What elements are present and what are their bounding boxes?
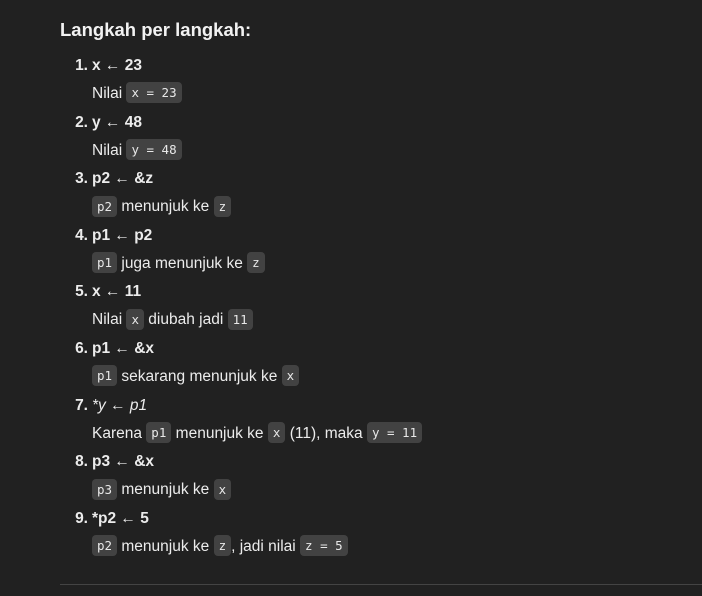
description-text: , jadi nilai xyxy=(231,537,301,555)
step-header: 9. *p2 ← 5 xyxy=(60,505,702,533)
step-command: *p2 ← 5 xyxy=(92,509,149,527)
step-description: p1 sekarang menunjuk ke x xyxy=(92,363,300,391)
inline-code: p2 xyxy=(92,195,118,217)
step-description: Karena p1 menunjuk ke x (11), maka y = 1… xyxy=(92,420,423,448)
description-text: Nilai xyxy=(92,85,127,102)
step-command: x ← 11 xyxy=(92,283,142,301)
list-item: 1. x ← 23 Nilai x = 23 xyxy=(60,52,702,109)
description-text: juga menunjuk ke xyxy=(117,254,248,272)
description-text: sekarang menunjuk ke xyxy=(117,367,282,385)
step-command: p2 ← &z xyxy=(92,170,154,188)
description-text: menunjuk ke xyxy=(117,481,214,499)
step-number: 7. xyxy=(75,396,88,414)
list-item: 6. p1 ← &x p1 sekarang menunjuk ke x xyxy=(60,335,702,392)
inline-code: z xyxy=(247,252,265,274)
description-text: Karena xyxy=(92,424,147,442)
inline-code: p3 xyxy=(92,478,118,500)
step-command: y ← 48 xyxy=(92,113,142,131)
inline-code: x = 23 xyxy=(126,82,182,104)
step-number: 8. xyxy=(75,453,88,471)
inline-code: z = 5 xyxy=(300,535,348,557)
inline-code: p1 xyxy=(146,421,172,443)
inline-code: 11 xyxy=(227,308,253,330)
step-command: x ← 23 xyxy=(92,57,142,74)
list-item: 2. y ← 48 Nilai y = 48 xyxy=(60,109,702,166)
inline-code: y = 11 xyxy=(366,421,423,443)
step-header: 3. p2 ← &z xyxy=(60,165,702,193)
list-item: 5. x ← 11 Nilai x diubah jadi 11 xyxy=(60,278,702,335)
divider xyxy=(60,584,702,585)
list-item: 7. *y ← p1 Karena p1 menunjuk ke x (11), m… xyxy=(60,392,702,449)
inline-code: x xyxy=(126,308,144,330)
description-text: (11), maka xyxy=(285,424,367,442)
step-number: 5. xyxy=(75,283,88,301)
step-header: 1. x ← 23 xyxy=(60,52,702,80)
step-number: 3. xyxy=(75,170,88,188)
step-command: p3 ← &x xyxy=(92,453,155,471)
step-command: p1 ← p2 xyxy=(92,226,153,244)
description-text: menunjuk ke xyxy=(117,198,214,216)
step-description: p2 menunjuk ke z, jadi nilai z = 5 xyxy=(92,533,348,561)
message-content: Langkah per langkah: 1. x ← 23 Nilai x = 2… xyxy=(60,18,702,561)
inline-code: x xyxy=(281,365,300,387)
inline-code: y = 48 xyxy=(126,139,182,160)
inline-code: p2 xyxy=(92,535,118,557)
step-header: 4. p1 ← p2 xyxy=(60,222,702,250)
list-item: 3. p2 ← &z p2 menunjuk ke z xyxy=(60,165,702,222)
step-description: p2 menunjuk ke z xyxy=(92,193,232,221)
step-number: 9. xyxy=(75,509,88,527)
description-text: diubah jadi xyxy=(143,311,228,329)
section-heading: Langkah per langkah: xyxy=(60,19,252,40)
inline-code: z xyxy=(213,195,232,217)
inline-code: p1 xyxy=(92,365,118,387)
step-number: 4. xyxy=(75,226,88,244)
description-text: menunjuk ke xyxy=(117,537,214,555)
inline-code: x xyxy=(267,421,286,443)
step-command: p1 ← &x xyxy=(92,339,155,357)
step-description: Nilai x = 23 xyxy=(92,80,182,108)
inline-code: z xyxy=(213,535,232,557)
step-header: 8. p3 ← &x xyxy=(60,448,702,476)
list-item: 4. p1 ← p2 p1 juga menunjuk ke z xyxy=(60,222,702,279)
step-header: 7. *y ← p1 xyxy=(60,392,702,420)
step-description: p3 menunjuk ke x xyxy=(92,476,232,504)
step-command: *y ← p1 xyxy=(92,396,148,414)
step-header: 2. y ← 48 xyxy=(60,109,702,137)
description-text: Nilai xyxy=(92,141,127,159)
inline-code: p1 xyxy=(92,252,118,274)
step-header: 6. p1 ← &x xyxy=(60,335,702,363)
step-description: Nilai x diubah jadi 11 xyxy=(92,306,253,334)
list-item: 9. *p2 ← 5 p2 menunjuk ke z, jadi nilai z … xyxy=(60,505,702,562)
description-text: Nilai xyxy=(92,311,127,329)
inline-code: x xyxy=(213,478,232,500)
step-number: 1. xyxy=(75,57,88,74)
list-item: 8. p3 ← &x p3 menunjuk ke x xyxy=(60,448,702,505)
step-description: Nilai y = 48 xyxy=(92,137,182,165)
description-text: menunjuk ke xyxy=(171,424,268,442)
step-number: 2. xyxy=(75,113,88,131)
step-number: 6. xyxy=(75,339,88,357)
step-header: 5. x ← 11 xyxy=(60,278,702,306)
step-description: p1 juga menunjuk ke z xyxy=(92,250,265,278)
steps-list: 1. x ← 23 Nilai x = 23 2. y ← 48 Nilai y = 48… xyxy=(60,52,702,561)
